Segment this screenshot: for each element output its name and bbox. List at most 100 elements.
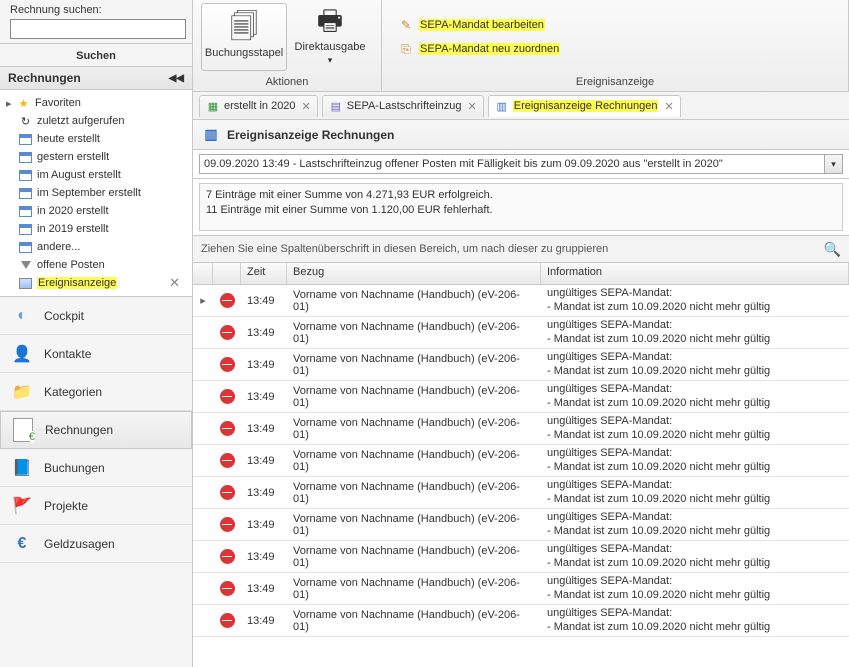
wrench-icon[interactable]: ✕	[169, 275, 180, 291]
event-icon	[495, 99, 509, 113]
tab-sepa[interactable]: SEPA-Lastschrifteinzug✕	[322, 95, 484, 117]
tree-august[interactable]: im August erstellt	[0, 166, 192, 184]
table-row[interactable]: 13:49Vorname von Nachname (Handbuch) (eV…	[193, 381, 849, 413]
row-indicator: ▸	[193, 292, 213, 309]
nav-kategorien[interactable]: Kategorien	[0, 373, 192, 411]
table-row[interactable]: ▸13:49Vorname von Nachname (Handbuch) (e…	[193, 285, 849, 317]
collapse-icon[interactable]: ◀◀	[169, 73, 184, 84]
search-input[interactable]	[10, 19, 186, 39]
error-icon	[213, 515, 241, 534]
folder-icon	[10, 380, 34, 404]
cell-bezug: Vorname von Nachname (Handbuch) (eV-206-…	[287, 351, 541, 379]
calendar-icon	[18, 187, 33, 200]
nav-projekte[interactable]: Projekte	[0, 487, 192, 525]
buchungsstapel-button[interactable]: 🗐 Buchungsstapel	[201, 3, 287, 71]
tree-label: Favoriten	[35, 97, 81, 109]
nav-buchungen[interactable]: Buchungen	[0, 449, 192, 487]
cell-bezug: Vorname von Nachname (Handbuch) (eV-206-…	[287, 607, 541, 635]
tree-ereignisanzeige[interactable]: Ereignisanzeige ✕	[0, 274, 192, 292]
calendar-icon	[18, 205, 33, 218]
table-row[interactable]: 13:49Vorname von Nachname (Handbuch) (eV…	[193, 413, 849, 445]
cell-zeit: 13:49	[241, 453, 287, 469]
error-icon	[213, 291, 241, 310]
tree-andere[interactable]: andere...	[0, 238, 192, 256]
tab-ereignisanzeige[interactable]: Ereignisanzeige Rechnungen✕	[488, 95, 681, 117]
chevron-down-icon: ▾	[328, 55, 333, 65]
flag-icon	[10, 494, 34, 518]
calendar-icon	[18, 223, 33, 236]
table-row[interactable]: 13:49Vorname von Nachname (Handbuch) (eV…	[193, 317, 849, 349]
close-icon[interactable]: ✕	[664, 100, 673, 113]
cell-bezug: Vorname von Nachname (Handbuch) (eV-206-…	[287, 287, 541, 315]
view-title: Ereignisanzeige Rechnungen	[227, 128, 394, 142]
nav-kontakte[interactable]: Kontakte	[0, 335, 192, 373]
tree-favoriten[interactable]: ▸ ★ Favoriten	[0, 94, 192, 112]
cell-info: ungültiges SEPA-Mandat:- Mandat ist zum …	[541, 605, 849, 637]
table-row[interactable]: 13:49Vorname von Nachname (Handbuch) (eV…	[193, 541, 849, 573]
cell-info: ungültiges SEPA-Mandat:- Mandat ist zum …	[541, 477, 849, 509]
tree-2020[interactable]: in 2020 erstellt	[0, 202, 192, 220]
cell-info: ungültiges SEPA-Mandat:- Mandat ist zum …	[541, 509, 849, 541]
col-zeit[interactable]: Zeit	[241, 263, 287, 284]
error-icon	[213, 419, 241, 438]
nav-geldzusagen[interactable]: Geldzusagen	[0, 525, 192, 563]
bookings-icon	[10, 456, 34, 480]
tree-2019[interactable]: in 2019 erstellt	[0, 220, 192, 238]
recent-icon: ↻	[18, 115, 33, 128]
table-row[interactable]: 13:49Vorname von Nachname (Handbuch) (eV…	[193, 605, 849, 637]
nav-cockpit[interactable]: Cockpit	[0, 297, 192, 335]
tree-zuletzt[interactable]: ↻zuletzt aufgerufen	[0, 112, 192, 130]
search-icon[interactable]: 🔍	[824, 241, 841, 258]
contacts-icon	[10, 342, 34, 366]
cell-bezug: Vorname von Nachname (Handbuch) (eV-206-…	[287, 415, 541, 443]
close-icon[interactable]: ✕	[302, 100, 311, 113]
error-icon	[213, 611, 241, 630]
cell-zeit: 13:49	[241, 389, 287, 405]
close-icon[interactable]: ✕	[468, 100, 477, 113]
tree-gestern[interactable]: gestern erstellt	[0, 148, 192, 166]
calendar-icon	[206, 99, 220, 113]
cell-info: ungültiges SEPA-Mandat:- Mandat ist zum …	[541, 317, 849, 349]
tree-heute[interactable]: heute erstellt	[0, 130, 192, 148]
error-icon	[213, 483, 241, 502]
cell-zeit: 13:49	[241, 421, 287, 437]
star-icon: ★	[16, 97, 31, 110]
table-row[interactable]: 13:49Vorname von Nachname (Handbuch) (eV…	[193, 477, 849, 509]
calendar-icon	[18, 169, 33, 182]
row-indicator	[193, 523, 213, 527]
sepa-mandat-zuordnen[interactable]: SEPA-Mandat neu zuordnen	[394, 39, 564, 59]
col-info[interactable]: Information	[541, 263, 849, 284]
direktausgabe-button[interactable]: 🖶 Direktausgabe▾	[287, 3, 373, 71]
cell-zeit: 13:49	[241, 485, 287, 501]
cell-zeit: 13:49	[241, 613, 287, 629]
assign-icon	[398, 41, 414, 57]
tab-erstellt-2020[interactable]: erstellt in 2020✕	[199, 95, 318, 117]
funnel-icon	[18, 259, 33, 272]
tree-offene-posten[interactable]: offene Posten	[0, 256, 192, 274]
row-indicator	[193, 395, 213, 399]
row-indicator	[193, 555, 213, 559]
table-row[interactable]: 13:49Vorname von Nachname (Handbuch) (eV…	[193, 349, 849, 381]
error-icon	[213, 547, 241, 566]
dropdown-toggle[interactable]: ▾	[825, 154, 843, 174]
print-icon: 🖶	[317, 7, 343, 41]
cockpit-icon	[10, 304, 34, 328]
cell-zeit: 13:49	[241, 517, 287, 533]
error-icon	[213, 355, 241, 374]
search-button[interactable]: Suchen	[0, 44, 192, 67]
tree-september[interactable]: im September erstellt	[0, 184, 192, 202]
row-indicator	[193, 363, 213, 367]
cell-bezug: Vorname von Nachname (Handbuch) (eV-206-…	[287, 543, 541, 571]
event-dropdown[interactable]: 09.09.2020 13:49 - Lastschrifteinzug off…	[199, 154, 825, 174]
row-indicator	[193, 459, 213, 463]
cell-zeit: 13:49	[241, 357, 287, 373]
col-bezug[interactable]: Bezug	[287, 263, 541, 284]
sepa-mandat-bearbeiten[interactable]: SEPA-Mandat bearbeiten	[394, 15, 564, 35]
cell-bezug: Vorname von Nachname (Handbuch) (eV-206-…	[287, 511, 541, 539]
error-icon	[213, 579, 241, 598]
nav-rechnungen[interactable]: Rechnungen	[0, 411, 192, 449]
table-row[interactable]: 13:49Vorname von Nachname (Handbuch) (eV…	[193, 445, 849, 477]
table-row[interactable]: 13:49Vorname von Nachname (Handbuch) (eV…	[193, 509, 849, 541]
table-row[interactable]: 13:49Vorname von Nachname (Handbuch) (eV…	[193, 573, 849, 605]
cell-info: ungültiges SEPA-Mandat:- Mandat ist zum …	[541, 541, 849, 573]
